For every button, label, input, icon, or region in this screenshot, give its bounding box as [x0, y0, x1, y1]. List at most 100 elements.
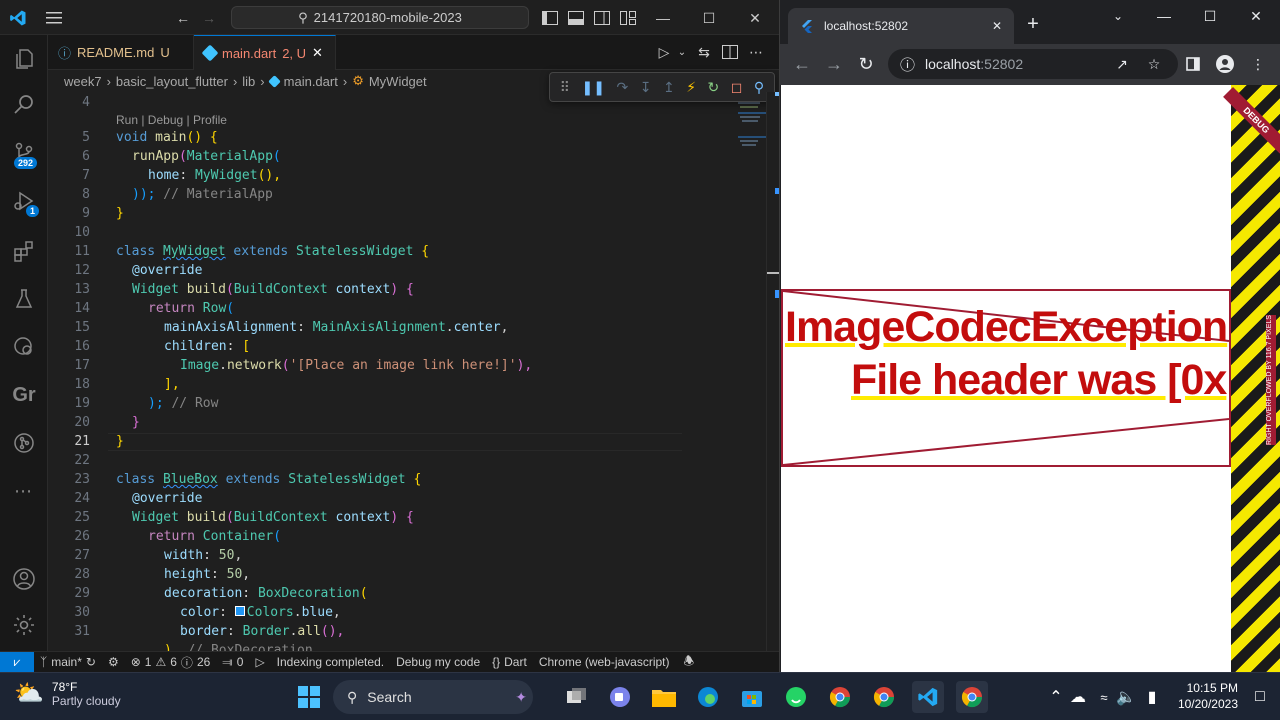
- explorer-icon[interactable]: [0, 35, 48, 83]
- color-swatch[interactable]: [234, 606, 245, 616]
- tab-readme[interactable]: ⓘ README.md U: [48, 35, 194, 70]
- run-dropdown-chevron-icon[interactable]: ⌄: [672, 42, 692, 62]
- line-number: 12: [74, 263, 90, 278]
- breadcrumb-item[interactable]: lib: [242, 74, 255, 89]
- line-number: 6: [82, 149, 90, 164]
- customize-layout-icon[interactable]: [618, 8, 638, 28]
- command-center-search[interactable]: ⚲ 2141720180-mobile-2023: [231, 6, 529, 29]
- chrome-menu-icon[interactable]: ⋮: [1248, 54, 1268, 74]
- close-icon[interactable]: ✕: [1246, 6, 1266, 26]
- maximize-icon[interactable]: ☐: [1200, 6, 1220, 26]
- step-into-icon[interactable]: ↧: [640, 79, 652, 96]
- vscode-taskbar-icon[interactable]: [912, 681, 944, 713]
- manage-gear-icon[interactable]: [0, 601, 48, 649]
- close-tab-icon[interactable]: ✕: [312, 45, 323, 61]
- inspect-widget-icon[interactable]: ⚲: [754, 79, 764, 96]
- edge-browser-icon[interactable]: [692, 681, 724, 713]
- notification-center-icon[interactable]: □: [1244, 681, 1276, 713]
- remote-indicator[interactable]: ⩗: [0, 651, 34, 673]
- editor-scrollbar[interactable]: [766, 92, 779, 651]
- bookmark-star-icon[interactable]: ☆: [1144, 54, 1164, 74]
- code-line: void main() {: [116, 130, 218, 145]
- testing-icon[interactable]: [0, 275, 48, 323]
- source-control-icon[interactable]: 292: [0, 129, 48, 177]
- toggle-primary-sidebar-icon[interactable]: [540, 8, 560, 28]
- accounts-icon[interactable]: [0, 555, 48, 603]
- task-view-icon[interactable]: [561, 681, 593, 713]
- teams-chat-icon[interactable]: [604, 681, 636, 713]
- site-info-icon[interactable]: ⓘ: [900, 54, 915, 75]
- breadcrumb-item[interactable]: basic_layout_flutter: [116, 74, 228, 89]
- step-over-icon[interactable]: ↷: [616, 79, 628, 96]
- chrome-active-icon[interactable]: [956, 681, 988, 713]
- taskbar-search[interactable]: ⚲ Search ✦: [333, 680, 533, 714]
- side-panel-icon[interactable]: [1183, 54, 1203, 74]
- run-file-icon[interactable]: ▷: [654, 42, 674, 62]
- breadcrumb-item[interactable]: MyWidget: [369, 74, 427, 89]
- close-tab-icon[interactable]: ✕: [992, 19, 1002, 33]
- more-actions-icon[interactable]: ⋯: [746, 42, 766, 62]
- remote-explorer-icon[interactable]: [0, 323, 48, 371]
- browser-tab[interactable]: localhost:52802 ✕: [788, 8, 1014, 44]
- new-tab-icon[interactable]: +: [1023, 13, 1043, 35]
- stop-icon[interactable]: ◻: [731, 79, 743, 96]
- branch-indicator[interactable]: ᛉ main* ↻: [40, 655, 96, 669]
- back-arrow-icon[interactable]: ←: [173, 8, 193, 28]
- more-views-icon[interactable]: ⋯: [0, 467, 48, 515]
- address-bar[interactable]: ⓘ localhost:52802: [888, 49, 1178, 79]
- minimap[interactable]: [738, 92, 766, 651]
- publish-icon[interactable]: ⚙: [108, 655, 119, 669]
- back-arrow-icon[interactable]: ←: [792, 54, 812, 74]
- close-icon[interactable]: ✕: [745, 8, 765, 28]
- notifications-bell-icon[interactable]: 🕭: [684, 652, 695, 673]
- codelens-run-debug-profile[interactable]: Run | Debug | Profile: [116, 113, 227, 127]
- compare-changes-icon[interactable]: ⇆: [694, 42, 714, 62]
- maximize-icon[interactable]: ☐: [699, 8, 719, 28]
- run-debug-icon[interactable]: 1: [0, 177, 48, 225]
- weather-widget[interactable]: ⛅ 78°F Partly cloudy: [14, 679, 121, 708]
- code-editor[interactable]: 4 Run | Debug | Profile 5 6 7 8 9 10 11 …: [48, 92, 766, 651]
- debug-launch-icon[interactable]: ▷: [255, 655, 264, 669]
- tab-search-chevron-icon[interactable]: ⌄: [1108, 6, 1128, 26]
- restart-icon[interactable]: ↻: [708, 79, 720, 96]
- battery-icon[interactable]: ▮: [1136, 681, 1168, 713]
- forward-arrow-icon[interactable]: →: [199, 8, 219, 28]
- share-icon[interactable]: ↗: [1112, 54, 1132, 74]
- line-number: 24: [74, 491, 90, 506]
- hot-reload-icon[interactable]: ⚡: [686, 79, 696, 96]
- menu-icon[interactable]: [44, 8, 64, 28]
- split-editor-icon[interactable]: [720, 42, 740, 62]
- reload-icon[interactable]: ↻: [856, 54, 876, 74]
- minimize-icon[interactable]: —: [653, 8, 673, 28]
- git-branch-icon: ᛉ: [40, 655, 48, 669]
- system-clock[interactable]: 10:15 PM 10/20/2023: [1170, 680, 1238, 712]
- extensions-icon[interactable]: [0, 227, 48, 275]
- forward-arrow-icon[interactable]: →: [824, 54, 844, 74]
- toggle-secondary-sidebar-icon[interactable]: [592, 8, 612, 28]
- whatsapp-icon[interactable]: [780, 681, 812, 713]
- device-status[interactable]: Chrome (web-javascript): [539, 655, 670, 669]
- line-number: 18: [74, 377, 90, 392]
- pause-icon[interactable]: ❚❚: [582, 79, 605, 96]
- toggle-panel-icon[interactable]: [566, 8, 586, 28]
- drag-handle-icon[interactable]: ⠿: [560, 79, 570, 96]
- profile-avatar-icon[interactable]: [1215, 54, 1235, 74]
- status-bar: ⩗ ᛉ main* ↻ ⚙ ⊗ 1 ⚠ 6 ⓘ 26 ⫥ 0 ▷ Indexin…: [0, 651, 779, 673]
- gr-extension-icon[interactable]: Gr: [0, 371, 48, 419]
- microsoft-store-icon[interactable]: [736, 681, 768, 713]
- breadcrumb-item[interactable]: week7: [64, 74, 102, 89]
- file-explorer-icon[interactable]: [648, 681, 680, 713]
- minimize-icon[interactable]: —: [1154, 6, 1174, 26]
- search-icon[interactable]: [0, 81, 48, 129]
- chrome-profile-icon[interactable]: [824, 681, 856, 713]
- chrome-icon[interactable]: [868, 681, 900, 713]
- problems-indicator[interactable]: ⊗ 1 ⚠ 6 ⓘ 26: [131, 654, 211, 671]
- ports-indicator[interactable]: ⫥ 0: [222, 655, 243, 670]
- debug-mode-status[interactable]: Debug my code: [396, 655, 480, 669]
- tab-main-dart[interactable]: main.dart 2, U ✕: [194, 35, 336, 70]
- step-out-icon[interactable]: ↥: [663, 79, 675, 96]
- windows-start-icon[interactable]: [293, 681, 325, 713]
- breadcrumb-item[interactable]: main.dart: [284, 74, 338, 89]
- language-status[interactable]: {} Dart: [492, 655, 527, 669]
- git-graph-icon[interactable]: [0, 419, 48, 467]
